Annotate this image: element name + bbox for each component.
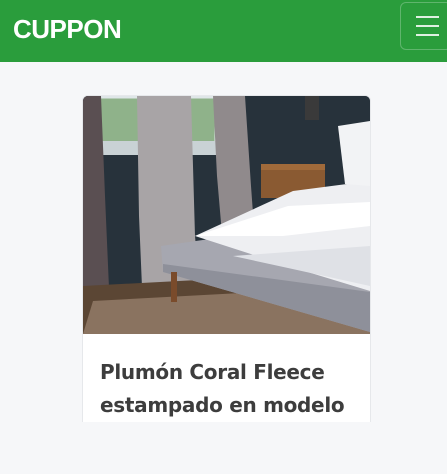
bedroom-photo	[83, 96, 370, 334]
page-background	[0, 422, 447, 474]
product-card[interactable]: Plumón Coral Fleece estampado en modelo …	[83, 96, 370, 436]
brand-logo[interactable]: CUPPON	[13, 14, 122, 45]
product-image[interactable]	[83, 96, 370, 334]
top-navbar: CUPPON	[0, 0, 447, 62]
menu-toggle-button[interactable]	[400, 2, 447, 50]
